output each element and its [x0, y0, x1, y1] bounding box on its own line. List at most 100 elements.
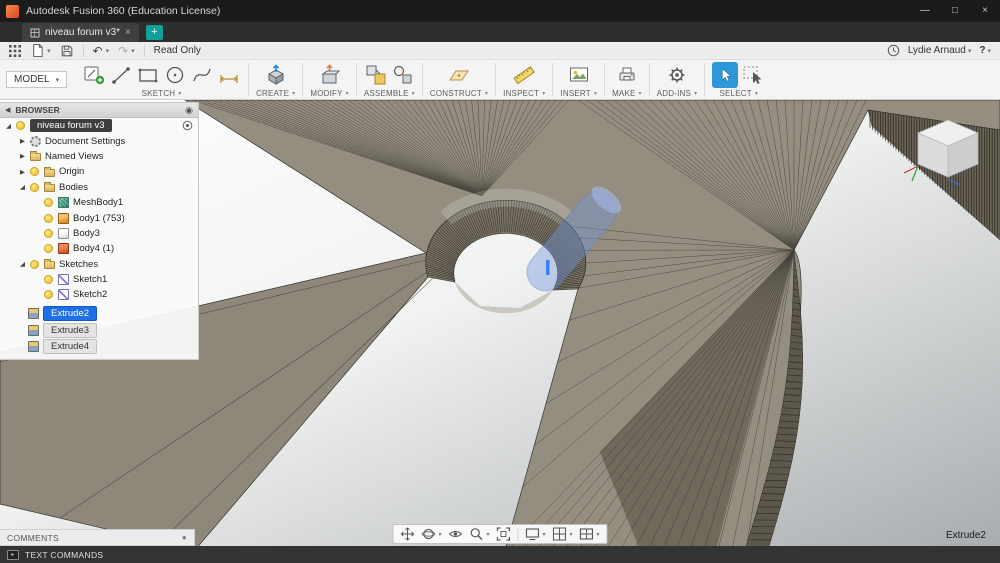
comments-bar[interactable]: COMMENTS ●: [0, 529, 195, 546]
comments-options-icon[interactable]: ●: [182, 533, 187, 542]
tree-item-origin[interactable]: ▶ Origin: [0, 164, 198, 179]
root-component-label[interactable]: niveau forum v3: [30, 119, 112, 133]
new-component-icon[interactable]: [364, 63, 388, 87]
3d-print-icon[interactable]: [615, 63, 639, 87]
scripts-addins-icon[interactable]: [665, 63, 689, 87]
browser-header[interactable]: ◀ BROWSER ◉: [0, 103, 198, 118]
close-tab-icon[interactable]: ×: [125, 27, 131, 38]
activate-component-radio[interactable]: [182, 120, 193, 131]
zoom-menu-arrow[interactable]: ▾: [486, 531, 489, 538]
expander-icon[interactable]: ◢: [20, 183, 30, 191]
tree-item-document-settings[interactable]: ▶ Document Settings: [0, 133, 198, 148]
minimize-button[interactable]: —: [910, 0, 940, 22]
clock-icon[interactable]: [887, 44, 900, 57]
undo-arrow[interactable]: ▾: [106, 47, 110, 55]
visibility-bulb-icon[interactable]: [30, 182, 39, 192]
expander-icon[interactable]: ◢: [6, 122, 16, 130]
group-label-modify[interactable]: MODIFY: [310, 89, 342, 98]
viewports-arrow[interactable]: ▾: [597, 531, 600, 538]
text-commands-label[interactable]: TEXT COMMANDS: [25, 550, 103, 560]
orbit-icon[interactable]: [421, 527, 436, 541]
visibility-bulb-icon[interactable]: [44, 275, 53, 285]
group-label-create[interactable]: CREATE: [256, 89, 289, 98]
visibility-bulb-icon[interactable]: [44, 228, 53, 238]
look-at-icon[interactable]: [448, 527, 463, 541]
group-label-make[interactable]: MAKE: [612, 89, 635, 98]
visibility-bulb-icon[interactable]: [30, 259, 39, 269]
tree-item-sketch2[interactable]: Sketch2: [0, 287, 198, 302]
new-tab-button[interactable]: +: [145, 25, 163, 40]
expander-icon[interactable]: ◢: [20, 260, 30, 268]
expander-icon[interactable]: ▶: [20, 137, 30, 145]
file-menu-arrow[interactable]: ▾: [47, 47, 51, 55]
redo-icon[interactable]: ↷: [118, 45, 128, 57]
joint-icon[interactable]: [391, 63, 415, 87]
close-button[interactable]: ×: [970, 0, 1000, 22]
expander-icon[interactable]: ▶: [20, 152, 30, 160]
user-menu-arrow[interactable]: ▾: [968, 47, 972, 55]
group-label-sketch[interactable]: SKETCH: [142, 89, 176, 98]
display-settings-arrow[interactable]: ▾: [542, 531, 545, 538]
tree-item-root[interactable]: ◢ niveau forum v3: [0, 118, 198, 133]
tree-item-body4-1-[interactable]: Body4 (1): [0, 241, 198, 256]
spline-tool-icon[interactable]: [190, 63, 214, 87]
workspace-selector[interactable]: MODEL ▾: [6, 71, 68, 88]
tree-item-sketch1[interactable]: Sketch1: [0, 272, 198, 287]
pan-icon[interactable]: [400, 527, 415, 541]
view-cube[interactable]: [902, 103, 994, 187]
orbit-menu-arrow[interactable]: ▾: [438, 531, 441, 538]
grid-snap-arrow[interactable]: ▾: [570, 531, 573, 538]
panel-options-icon[interactable]: ◉: [185, 105, 193, 116]
app-grid-icon[interactable]: [9, 44, 21, 57]
fit-icon[interactable]: [496, 527, 511, 541]
tree-item-body3[interactable]: Body3: [0, 226, 198, 241]
visibility-bulb-icon[interactable]: [44, 244, 53, 254]
tree-item-bodies[interactable]: ◢ Bodies: [0, 180, 198, 195]
3d-viewport[interactable]: ◀ BROWSER ◉ ◢ niveau forum v3 ▶ Document …: [0, 100, 1000, 546]
feature-label[interactable]: Extrude4: [43, 339, 98, 355]
create-sketch-icon[interactable]: [82, 63, 106, 87]
collapse-panel-icon[interactable]: ◀: [5, 106, 10, 114]
help-menu-arrow[interactable]: ▾: [987, 47, 991, 55]
tree-item-meshbody1[interactable]: MeshBody1: [0, 195, 198, 210]
group-label-inspect[interactable]: INSPECT: [503, 89, 539, 98]
maximize-button[interactable]: □: [940, 0, 970, 22]
select-tool-active[interactable]: [712, 61, 739, 88]
visibility-bulb-icon[interactable]: [30, 167, 39, 177]
measure-icon[interactable]: [512, 63, 536, 87]
sketch-dimension-icon[interactable]: [217, 63, 241, 87]
save-icon[interactable]: [60, 44, 74, 58]
feature-label[interactable]: Extrude2: [43, 306, 98, 322]
file-menu-icon[interactable]: [30, 43, 44, 58]
viewports-icon[interactable]: [579, 527, 594, 541]
redo-arrow[interactable]: ▾: [131, 47, 135, 55]
feature-item-extrude2[interactable]: Extrude2: [0, 306, 198, 323]
tree-item-sketches[interactable]: ◢ Sketches: [0, 257, 198, 272]
group-label-construct[interactable]: CONSTRUCT: [430, 89, 482, 98]
group-label-addins[interactable]: ADD-INS: [657, 89, 691, 98]
group-label-assemble[interactable]: ASSEMBLE: [364, 89, 409, 98]
help-menu[interactable]: ?: [979, 45, 985, 56]
feature-label[interactable]: Extrude3: [43, 322, 98, 338]
tree-item-named-views[interactable]: ▶ Named Views: [0, 149, 198, 164]
window-select-icon[interactable]: [741, 63, 765, 87]
undo-icon[interactable]: ↶: [93, 45, 103, 57]
construction-plane-icon[interactable]: [447, 63, 471, 87]
visibility-bulb-icon[interactable]: [16, 121, 25, 131]
selected-edge-highlight[interactable]: [546, 260, 550, 275]
visibility-bulb-icon[interactable]: [44, 213, 53, 223]
rectangle-tool-icon[interactable]: [136, 63, 160, 87]
insert-image-icon[interactable]: [567, 63, 591, 87]
grid-snap-icon[interactable]: [553, 527, 567, 541]
group-label-insert[interactable]: INSERT: [560, 89, 590, 98]
text-commands-icon[interactable]: ▸: [7, 549, 19, 560]
feature-item-extrude3[interactable]: Extrude3: [0, 322, 198, 339]
tree-item-body1-753-[interactable]: Body1 (753): [0, 210, 198, 225]
expander-icon[interactable]: ▶: [20, 168, 30, 176]
user-menu[interactable]: Lydie Arnaud: [908, 45, 966, 56]
circle-tool-icon[interactable]: [163, 63, 187, 87]
visibility-bulb-icon[interactable]: [44, 198, 53, 208]
group-label-select[interactable]: SELECT: [720, 89, 752, 98]
press-pull-icon[interactable]: [318, 63, 342, 87]
visibility-bulb-icon[interactable]: [44, 290, 53, 300]
